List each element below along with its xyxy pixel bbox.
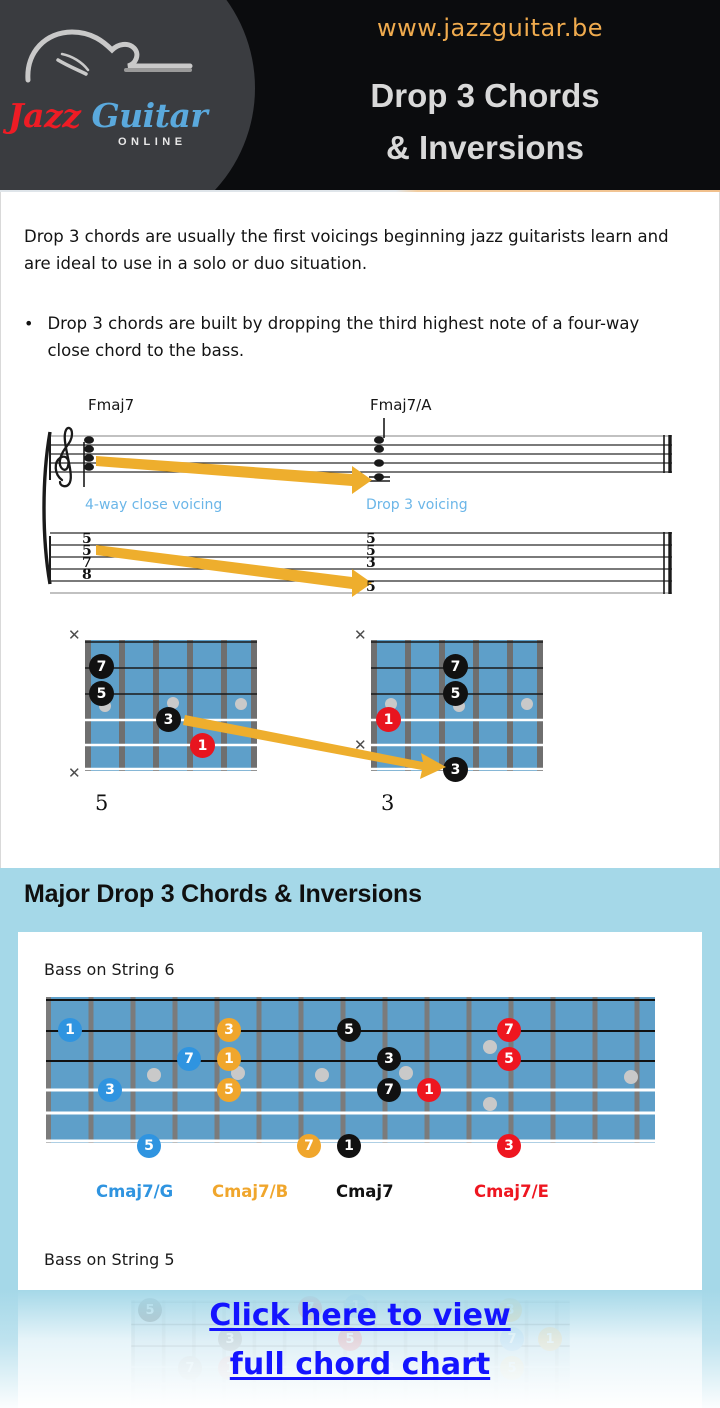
- chord-name-right: Fmaj7/A: [370, 396, 432, 414]
- intro-bullet-item: • Drop 3 chords are built by dropping th…: [24, 311, 684, 364]
- big-dot-c-5: 5: [337, 1018, 361, 1042]
- guitar-outline-icon: [25, 29, 193, 83]
- tab-right-num-3: 3: [366, 555, 376, 571]
- intro-bullet-text: Drop 3 chords are built by dropping the …: [47, 314, 640, 360]
- mini2-fret-label: 3: [381, 791, 395, 815]
- big-dot-e-5: 5: [497, 1047, 521, 1071]
- full-chord-chart-link[interactable]: Click here to view full chord chart: [110, 1292, 610, 1389]
- bass-string-6-label: Bass on String 6: [44, 960, 175, 979]
- mute-mark-2-top: ✕: [354, 627, 367, 644]
- page-title-line2: & Inversions: [385, 129, 585, 167]
- intro-paragraph: Drop 3 chords are usually the first voic…: [24, 227, 669, 273]
- big-dot-b-1: 1: [217, 1047, 241, 1071]
- big-dot-e-1: 1: [417, 1078, 441, 1102]
- big-dot-g-7: 7: [177, 1047, 201, 1071]
- mini-diagram-arrow: [183, 715, 446, 779]
- big-dot-g-1: 1: [58, 1018, 82, 1042]
- big-dot-c-1: 1: [337, 1134, 361, 1158]
- logo-online-text: ONLINE: [118, 136, 187, 148]
- page-title-line1: Drop 3 Chords: [370, 77, 600, 114]
- logo-wordmark: Jazz Guitar: [8, 96, 248, 135]
- tab-right-num-4: 5: [366, 579, 376, 595]
- tab-left-num-4: 8: [82, 567, 92, 583]
- bass-string-5-label: Bass on String 5: [44, 1250, 175, 1269]
- voicing-label-right: Drop 3 voicing: [366, 497, 468, 513]
- big-dot-g-3: 3: [98, 1078, 122, 1102]
- cta-line-2: full chord chart: [229, 1346, 491, 1382]
- cta-line-1: Click here to view: [209, 1298, 511, 1333]
- big-dot-c-3: 3: [377, 1047, 401, 1071]
- big-dot-b-3: 3: [217, 1018, 241, 1042]
- caption-cmaj7-g: Cmaj7/G: [96, 1182, 174, 1201]
- caption-cmaj7-b: Cmaj7/B: [212, 1182, 289, 1201]
- big-dot-e-3: 3: [497, 1134, 521, 1158]
- caption-cmaj7-e: Cmaj7/E: [474, 1182, 549, 1201]
- major-section-title: Major Drop 3 Chords & Inversions: [24, 880, 422, 908]
- bullet-marker: •: [24, 314, 34, 333]
- mini2-dot-5: 5: [443, 681, 468, 706]
- big-dot-b-5: 5: [217, 1078, 241, 1102]
- mini1-dot-7: 7: [89, 654, 114, 679]
- mini2-dot-7: 7: [443, 654, 468, 679]
- big-dot-c-7: 7: [377, 1078, 401, 1102]
- voicing-label-left: 4-way close voicing: [85, 497, 223, 513]
- mute-mark-1-top: ✕: [68, 627, 81, 644]
- big-dot-g-5: 5: [137, 1134, 161, 1158]
- site-url: www.jazzguitar.be: [377, 14, 603, 42]
- mini1-dot-3: 3: [156, 707, 181, 732]
- chord-name-left: Fmaj7: [88, 396, 135, 414]
- mini1-fret-label: 5: [95, 791, 109, 815]
- drop3-arrow-tab: [96, 545, 372, 597]
- page-root: Jazz Guitar ONLINE www.jazzguitar.be Dro…: [0, 0, 720, 1408]
- site-header: Jazz Guitar ONLINE www.jazzguitar.be Dro…: [0, 0, 720, 190]
- page-title: Drop 3 Chords & Inversions: [260, 70, 710, 174]
- big-dot-b-7: 7: [297, 1134, 321, 1158]
- logo-guitar-text: Guitar: [91, 96, 208, 135]
- caption-cmaj7: Cmaj7: [336, 1182, 394, 1201]
- mini1-dot-5: 5: [89, 681, 114, 706]
- logo-jazz-text: Jazz: [8, 96, 81, 135]
- big-dot-e-7: 7: [497, 1018, 521, 1042]
- mute-mark-1-bottom: ✕: [68, 765, 81, 782]
- drop3-arrow-staff: [96, 456, 372, 494]
